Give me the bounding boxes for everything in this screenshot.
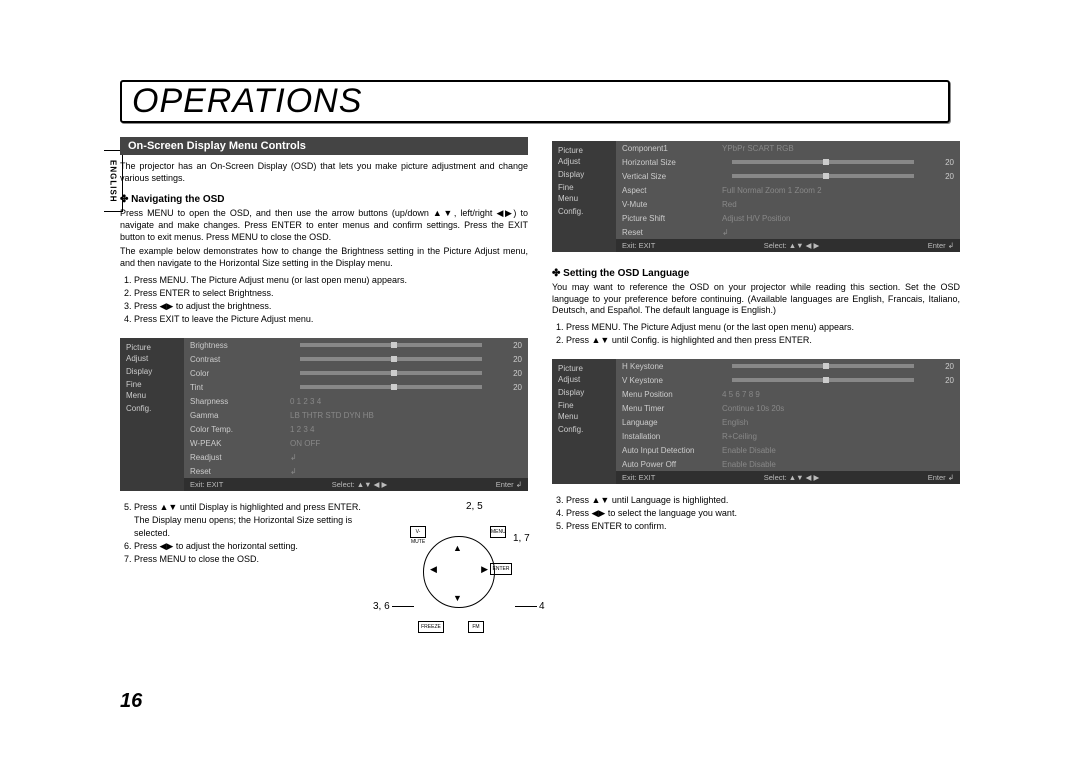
osd-row: Color20 — [184, 366, 528, 380]
osd-row: Readjust↲ — [184, 450, 528, 464]
osd-row: Color Temp.1 2 3 4 — [184, 422, 528, 436]
osd-row: Auto Power OffEnable Disable — [616, 457, 960, 471]
page-number: 16 — [120, 690, 142, 713]
osd-row: Menu TimerContinue 10s 20s — [616, 401, 960, 415]
osd-row: Vertical Size20 — [616, 169, 960, 183]
steps-list-a: Press MENU. The Picture Adjust menu (or … — [134, 274, 528, 326]
osd-row: V Keystone20 — [616, 373, 960, 387]
callout-17: 1, 7 — [513, 533, 530, 544]
step-item: Press ◀▶ to select the language you want… — [566, 507, 960, 520]
freeze-button-label: FREEZE — [418, 621, 444, 633]
osd-figure-2: Picture Adjust Display Fine Menu Config.… — [552, 141, 960, 252]
step-item: Press EXIT to leave the Picture Adjust m… — [134, 313, 528, 326]
arrow-up-icon: ▲ — [453, 543, 462, 553]
osd-row: W-PEAKON OFF — [184, 436, 528, 450]
osd-row: Contrast20 — [184, 352, 528, 366]
step-item: Press ENTER to confirm. — [566, 520, 960, 533]
nav-para-1: Press MENU to open the OSD, and then use… — [120, 208, 528, 243]
osd-row: Horizontal Size20 — [616, 155, 960, 169]
intro-paragraph: The projector has an On-Screen Display (… — [120, 161, 528, 184]
osd-row: Picture ShiftAdjust H/V Position — [616, 211, 960, 225]
osd-row: Reset↲ — [616, 225, 960, 239]
osd-figure-3: Picture Adjust Display Fine Menu Config.… — [552, 359, 960, 484]
vmute-button-label: V-MUTE — [410, 526, 426, 538]
osd-sidebar: Picture Adjust Display Fine Menu Config. — [552, 141, 616, 252]
nav-heading: Navigating the OSD — [120, 194, 528, 205]
osd-row: Reset↲ — [184, 464, 528, 478]
step-item: Press ▲▼ until Language is highlighted. — [566, 494, 960, 507]
lang-steps-a: Press MENU. The Picture Adjust menu (or … — [566, 321, 960, 347]
osd-footer: Exit: EXIT Select: ▲▼ ◀ ▶ Enter ↲ — [184, 478, 528, 491]
nav-para-2: The example below demonstrates how to ch… — [120, 246, 528, 269]
remote-diagram: 2, 5 1, 7 3, 6 4 V-MUTE MENU ENTER FREEZ… — [378, 501, 528, 641]
step-item: Press ▲▼ until Config. is highlighted an… — [566, 334, 960, 347]
step-item: Press MENU. The Picture Adjust menu (or … — [134, 274, 528, 287]
osd-row: Auto Input DetectionEnable Disable — [616, 443, 960, 457]
osd-row: AspectFull Normal Zoom 1 Zoom 2 — [616, 183, 960, 197]
osd-row: Menu Position4 5 6 7 8 9 — [616, 387, 960, 401]
steps-list-b: Press ▲▼ until Display is highlighted an… — [134, 501, 368, 566]
step-item: Press ◀▶ to adjust the brightness. — [134, 300, 528, 313]
osd-row: Sharpness0 1 2 3 4 — [184, 394, 528, 408]
osd-row: Tint20 — [184, 380, 528, 394]
osd-row: InstallationR+Ceiling — [616, 429, 960, 443]
callout-4: 4 — [513, 601, 545, 612]
arrow-left-icon: ◀ — [430, 564, 437, 575]
osd-figure-1: Picture Adjust Display Fine Menu Config.… — [120, 338, 528, 491]
osd-row: GammaLB THTR STD DYN HB — [184, 408, 528, 422]
lang-para: You may want to reference the OSD on you… — [552, 282, 960, 317]
callout-25: 2, 5 — [466, 501, 483, 512]
osd-row: Component1YPbPr SCART RGB — [616, 141, 960, 155]
lang-steps-b: Press ▲▼ until Language is highlighted. … — [566, 494, 960, 533]
step-item: Press ◀▶ to adjust the horizontal settin… — [134, 540, 368, 553]
osd-sidebar: Picture Adjust Display Fine Menu Config. — [120, 338, 184, 491]
osd-footer: Exit: EXIT Select: ▲▼ ◀ ▶ Enter ↲ — [616, 471, 960, 484]
fm-button-label: FM — [468, 621, 484, 633]
dpad-icon: ▲ ▼ ◀ ▶ — [423, 536, 495, 608]
page-title-box: OPERATIONS — [120, 80, 950, 123]
page-title: OPERATIONS — [132, 82, 938, 121]
arrow-right-icon: ▶ — [481, 564, 488, 575]
step-item: Press MENU. The Picture Adjust menu (or … — [566, 321, 960, 334]
menu-button-label: MENU — [490, 526, 506, 538]
step-item: Press ENTER to select Brightness. — [134, 287, 528, 300]
osd-row: H Keystone20 — [616, 359, 960, 373]
osd-row: Brightness20 — [184, 338, 528, 352]
step-item: Press MENU to close the OSD. — [134, 553, 368, 566]
osd-row: V-MuteRed — [616, 197, 960, 211]
step-item: Press ▲▼ until Display is highlighted an… — [134, 501, 368, 540]
section-heading: On-Screen Display Menu Controls — [120, 137, 528, 155]
osd-footer: Exit: EXIT Select: ▲▼ ◀ ▶ Enter ↲ — [616, 239, 960, 252]
osd-sidebar: Picture Adjust Display Fine Menu Config. — [552, 359, 616, 484]
callout-36: 3, 6 — [373, 601, 416, 612]
osd-row: LanguageEnglish — [616, 415, 960, 429]
arrow-down-icon: ▼ — [453, 593, 462, 603]
lang-heading: Setting the OSD Language — [552, 268, 960, 279]
